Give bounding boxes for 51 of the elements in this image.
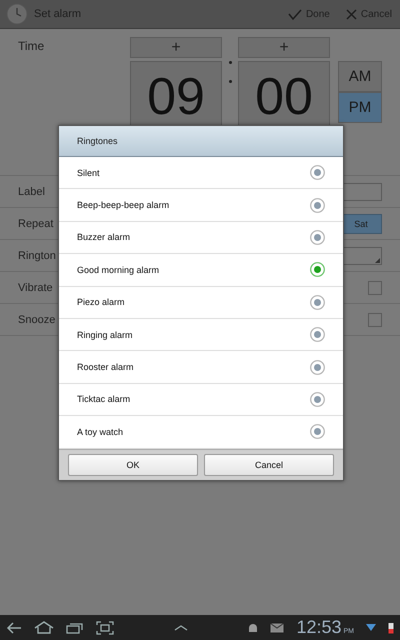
option-label: Rooster alarm <box>77 362 135 372</box>
dialog-title: Ringtones <box>77 136 118 146</box>
radio-button[interactable] <box>310 198 325 213</box>
ringtone-option[interactable]: Beep-beep-beep alarm <box>59 189 343 222</box>
back-icon[interactable] <box>6 622 22 634</box>
option-label: Good morning alarm <box>77 264 160 275</box>
check-icon <box>288 8 302 20</box>
ringtone-option[interactable]: Rooster alarm <box>59 351 343 384</box>
option-label: Piezo alarm <box>77 297 126 308</box>
home-icon[interactable] <box>34 621 54 634</box>
setting-label: Vibrate <box>18 282 54 294</box>
ringtone-option[interactable]: A toy watch <box>59 416 343 449</box>
radio-button[interactable] <box>310 392 325 407</box>
status-time: 12:53 <box>296 617 342 638</box>
radio-button[interactable] <box>310 262 325 278</box>
setting-label: Rington <box>18 250 57 262</box>
dropdown-corner-icon <box>375 258 380 262</box>
close-icon <box>346 8 357 20</box>
ringtone-option[interactable]: Silent <box>59 157 343 190</box>
recent-apps-icon[interactable] <box>66 622 84 634</box>
radio-button[interactable] <box>310 424 325 440</box>
ringtone-option[interactable]: Good morning alarm <box>59 254 343 287</box>
checkbox[interactable] <box>368 280 382 294</box>
option-label: Ringing alarm <box>77 330 134 340</box>
ringtone-option[interactable]: Ringing alarm <box>59 318 343 352</box>
option-label: A toy watch <box>77 426 124 437</box>
radio-button[interactable] <box>310 165 325 180</box>
ringtone-option[interactable]: Ticktac alarm <box>59 384 343 416</box>
setting-label: Label <box>18 186 46 198</box>
radio-button[interactable] <box>310 327 325 342</box>
radio-button[interactable] <box>310 230 325 245</box>
ringtone-option[interactable]: Buzzer alarm <box>59 222 343 254</box>
wifi-icon <box>366 622 376 634</box>
option-label: Silent <box>77 168 101 178</box>
radio-button[interactable] <box>310 294 325 310</box>
time-label: Time <box>17 38 46 53</box>
setting-label: Snooze <box>18 314 56 326</box>
mail-icon <box>270 622 284 632</box>
dialog-button[interactable]: Cancel <box>204 454 334 476</box>
checkbox[interactable] <box>368 312 382 326</box>
battery-icon <box>388 622 394 634</box>
option-label: Buzzer alarm <box>77 232 132 242</box>
radio-button[interactable] <box>310 360 325 375</box>
option-label: Beep-beep-beep alarm <box>77 200 170 210</box>
option-label: Ticktac alarm <box>77 394 132 404</box>
setting-label: Repeat <box>18 218 54 230</box>
screenshot-icon[interactable] <box>96 620 114 634</box>
ringtone-option[interactable]: Piezo alarm <box>59 286 343 319</box>
clock-icon <box>6 3 28 25</box>
dialog-button[interactable]: OK <box>68 454 198 476</box>
caret-up-icon[interactable] <box>174 624 188 630</box>
